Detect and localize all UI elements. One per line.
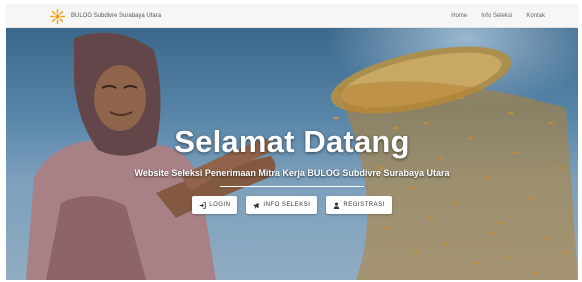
info-seleksi-button-label: INFO SELEKSI (263, 202, 311, 208)
login-button[interactable]: LOGIN (192, 196, 238, 214)
registrasi-button[interactable]: REGISTRASI (326, 196, 392, 214)
hero-content: Selamat Datang Website Seleksi Penerimaa… (6, 28, 578, 280)
nav-links: Home Info Seleksi Kontak (451, 8, 545, 24)
nav-link-kontak[interactable]: Kontak (526, 13, 545, 19)
sign-in-icon (199, 201, 206, 209)
top-navbar: BULOG Subdivre Surabaya Utara Home Info … (6, 4, 578, 28)
nav-link-info-seleksi[interactable]: Info Seleksi (481, 13, 512, 19)
hero-title: Selamat Datang (174, 124, 410, 159)
bullhorn-icon (254, 202, 260, 208)
sun-logo-icon (50, 8, 65, 24)
brand-name: BULOG Subdivre Surabaya Utara (71, 13, 162, 19)
page: BULOG Subdivre Surabaya Utara Home Info … (0, 0, 582, 282)
nav-link-home[interactable]: Home (451, 13, 467, 19)
navbar-brand[interactable]: BULOG Subdivre Surabaya Utara (50, 8, 161, 24)
login-button-label: LOGIN (209, 202, 231, 208)
info-seleksi-button[interactable]: INFO SELEKSI (246, 196, 318, 214)
hero-banner: Selamat Datang Website Seleksi Penerimaa… (6, 28, 578, 280)
hero-divider (220, 186, 364, 187)
registrasi-button-label: REGISTRASI (343, 202, 385, 208)
hero-subtitle: Website Seleksi Penerimaan Mitra Kerja B… (134, 168, 450, 178)
user-icon (334, 202, 340, 209)
hero-buttons: LOGIN INFO SELEKSI REGISTRASI (6, 196, 578, 214)
